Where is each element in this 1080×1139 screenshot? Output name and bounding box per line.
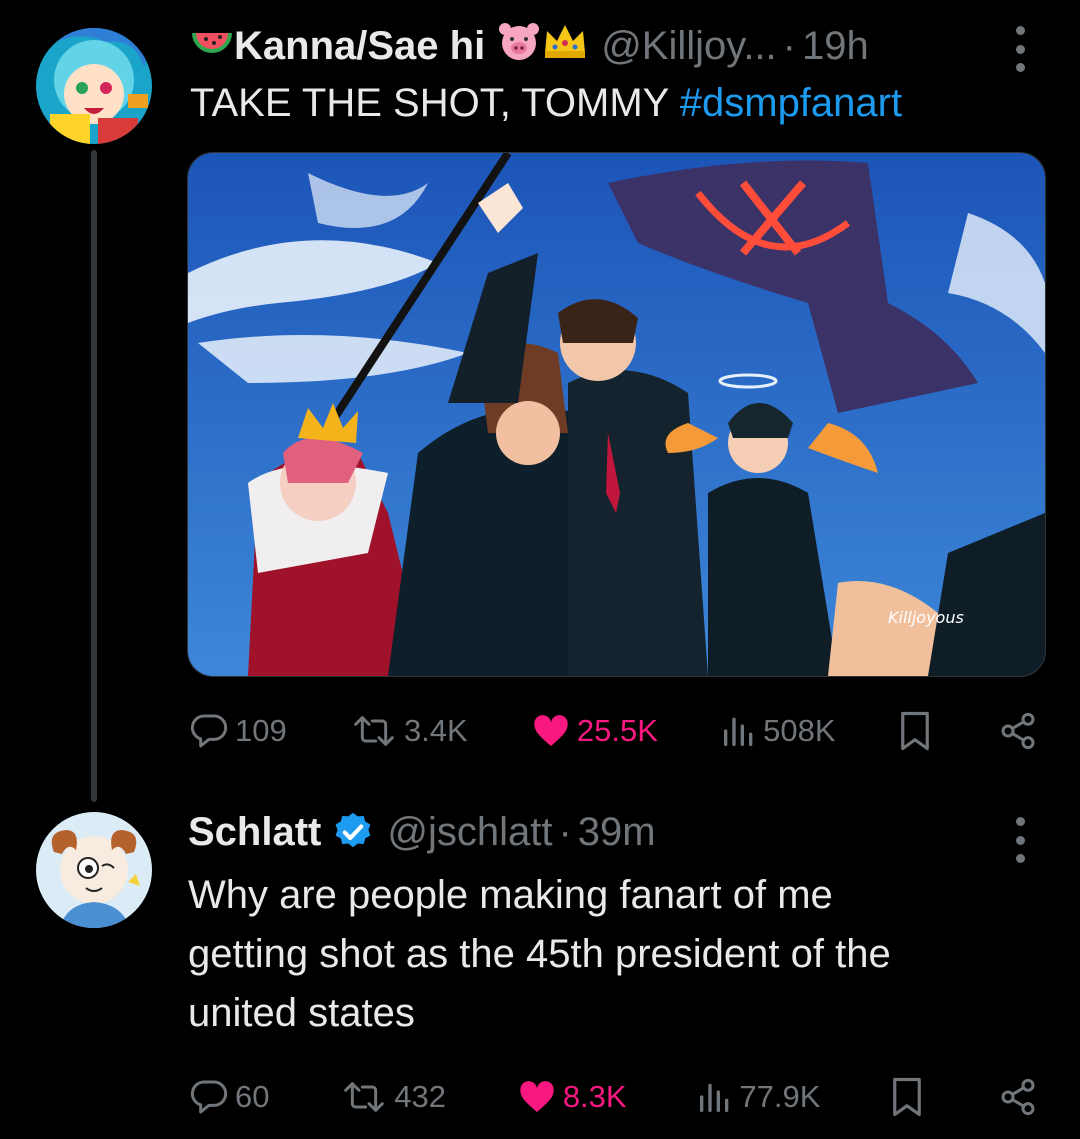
retweet-button[interactable]: 432	[338, 1077, 446, 1117]
reply-button[interactable]: 109	[187, 711, 287, 751]
like-count: 25.5K	[576, 713, 658, 748]
retweet-count: 3.4K	[403, 713, 468, 748]
retweet-icon	[344, 1082, 385, 1112]
heart-icon	[534, 715, 568, 746]
share-icon	[1001, 1078, 1035, 1116]
bookmark-button[interactable]	[897, 710, 937, 752]
views-button[interactable]: 508K	[719, 711, 836, 751]
handle[interactable]: @jschlatt	[387, 810, 552, 855]
heart-icon	[520, 1081, 554, 1112]
thread-connector-line	[91, 150, 97, 802]
watermelon-emoji-icon	[190, 24, 234, 69]
verified-badge-icon	[335, 812, 371, 848]
tweet-text: TAKE THE SHOT, TOMMY #dsmpfanart	[190, 74, 902, 133]
reply-button[interactable]: 60	[187, 1077, 269, 1117]
views-icon	[724, 717, 753, 746]
tweet-header: Schlatt @jschlatt · 39m	[188, 806, 656, 858]
tweet-header: Kanna/Sae hi @Killjoy... · 19h	[190, 20, 869, 72]
reply-icon	[190, 1080, 228, 1114]
views-button[interactable]: 77.9K	[695, 1077, 820, 1117]
bookmark-icon	[900, 711, 929, 751]
timestamp[interactable]: 39m	[578, 810, 656, 855]
tweet-line-1: Why are people making fanart of me	[188, 873, 833, 917]
crown-emoji-icon	[541, 21, 589, 71]
like-button[interactable]: 25.5K	[529, 711, 658, 751]
reply-icon	[190, 714, 228, 748]
handle[interactable]: @Killjoy...	[601, 24, 776, 69]
share-button[interactable]	[998, 1077, 1042, 1117]
tweet-line-2: getting shot as the 45th president of th…	[188, 932, 891, 976]
like-button[interactable]: 8.3K	[515, 1077, 627, 1117]
hashtag-link[interactable]: #dsmpfanart	[680, 81, 902, 125]
reply-count: 109	[235, 713, 287, 748]
timestamp[interactable]: 19h	[802, 24, 869, 69]
retweet-button[interactable]: 3.4K	[348, 711, 468, 751]
retweet-icon	[354, 716, 394, 746]
reply-count: 60	[235, 1079, 270, 1114]
separator-dot: ·	[558, 809, 572, 854]
tweet-actions: 109 3.4K 25.5K 508K	[187, 706, 1042, 756]
views-icon	[700, 1083, 729, 1112]
share-icon	[1001, 712, 1035, 750]
retweet-count: 432	[394, 1079, 447, 1114]
display-name[interactable]: Schlatt	[188, 810, 321, 855]
avatar-kanna[interactable]	[36, 28, 152, 144]
share-button[interactable]	[998, 711, 1042, 751]
more-vertical-icon[interactable]	[1013, 26, 1027, 72]
more-vertical-icon[interactable]	[1013, 817, 1027, 863]
display-name[interactable]: Kanna/Sae hi	[234, 24, 485, 69]
tweet-text: Why are people making fanart of me getti…	[188, 866, 891, 1043]
bookmark-icon	[893, 1077, 922, 1117]
separator-dot: ·	[782, 23, 796, 68]
like-count: 8.3K	[562, 1079, 627, 1114]
tweet-actions: 60 432 8.3K 77.9K	[187, 1072, 1042, 1122]
tweet-body: TAKE THE SHOT, TOMMY	[190, 81, 669, 125]
artist-signature: Killjoyous	[888, 608, 964, 627]
tweet-media-image[interactable]: Killjoyous	[187, 152, 1046, 677]
avatar-schlatt[interactable]	[36, 812, 152, 928]
bookmark-button[interactable]	[889, 1076, 929, 1118]
view-count: 508K	[763, 713, 836, 748]
pig-emoji-icon	[497, 21, 541, 71]
view-count: 77.9K	[739, 1079, 821, 1114]
tweet-line-3: united states	[188, 991, 415, 1035]
